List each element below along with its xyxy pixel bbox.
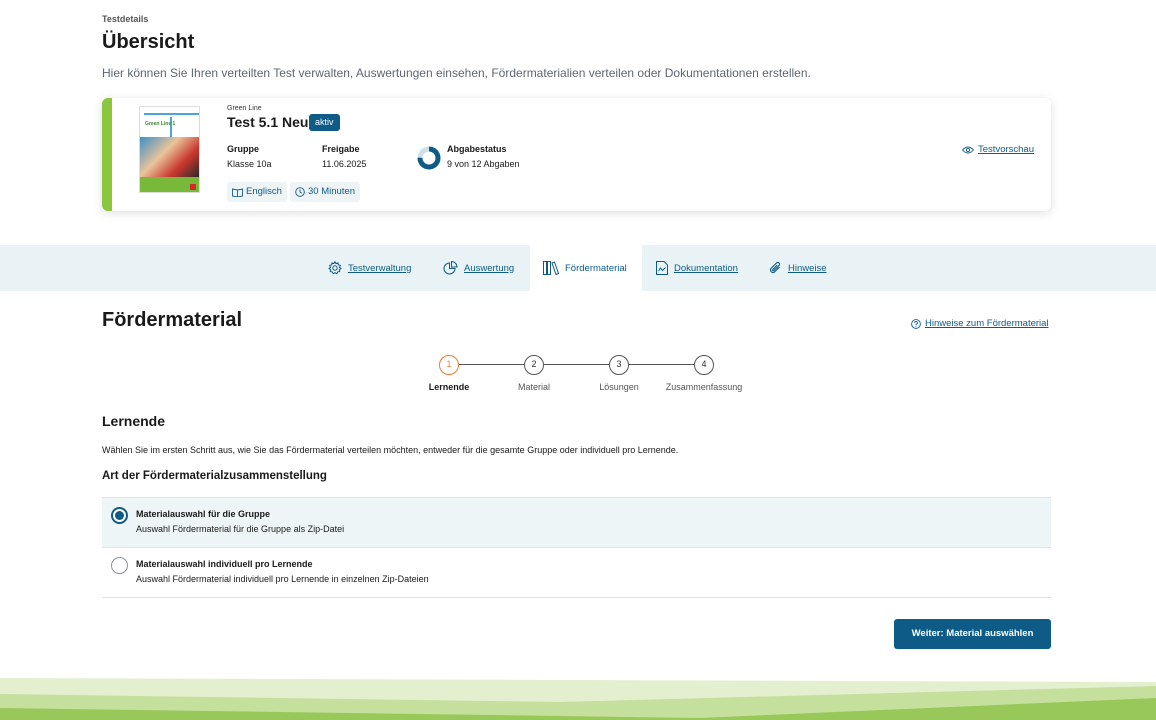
section-title: Fördermaterial — [102, 309, 243, 331]
radio-individual-material[interactable] — [111, 557, 128, 574]
paperclip-icon — [769, 261, 781, 274]
submission-donut-chart — [417, 146, 441, 170]
next-material-button[interactable]: Weiter: Material auswählen — [894, 619, 1051, 649]
books-icon — [543, 261, 559, 275]
step-3-indicator: 3 — [609, 355, 629, 375]
stepper-connector — [459, 364, 524, 365]
breadcrumb: Testdetails — [102, 14, 149, 24]
step-2-indicator: 2 — [524, 355, 544, 375]
test-preview-label: Testvorschau — [978, 144, 1034, 155]
test-card: Green Line 1 Green Line Test 5.1 Neu akt… — [102, 98, 1051, 211]
pie-chart-icon — [443, 261, 458, 275]
gear-icon — [328, 261, 342, 275]
book-cover-image: Green Line 1 — [139, 106, 200, 193]
tab-bar: Testverwaltung Auswertung Fördermaterial… — [0, 245, 1156, 291]
test-name: Test 5.1 Neu — [227, 114, 309, 130]
tab-hinweise[interactable]: Hinweise — [769, 245, 827, 291]
duration-label: 30 Minuten — [308, 186, 356, 197]
step-4-indicator: 4 — [694, 355, 714, 375]
tab-label: Testverwaltung — [348, 262, 412, 274]
tab-label: Auswertung — [464, 262, 515, 274]
radio-group-material[interactable] — [111, 507, 128, 524]
group-value: Klasse 10a — [227, 159, 272, 169]
tab-label: Dokumentation — [674, 262, 738, 274]
status-badge: aktiv — [309, 114, 340, 131]
page-title: Übersicht — [102, 31, 195, 53]
subject-chip: Englisch — [227, 182, 287, 202]
clock-icon — [295, 187, 305, 197]
subject-label: Englisch — [246, 186, 282, 197]
tab-auswertung[interactable]: Auswertung — [443, 245, 514, 291]
release-label: Freigabe — [322, 144, 360, 154]
tab-label: Hinweise — [788, 262, 827, 274]
option-title: Materialauswahl individuell pro Lernende — [136, 559, 313, 569]
option-description: Auswahl Fördermaterial für die Gruppe al… — [136, 524, 345, 534]
submission-value: 9 von 12 Abgaben — [447, 159, 520, 169]
duration-chip: 30 Minuten — [290, 182, 361, 202]
option-individual-material[interactable]: Materialauswahl individuell pro Lernende… — [102, 547, 1051, 598]
document-icon — [656, 261, 668, 275]
stepper-connector — [629, 364, 694, 365]
eye-icon — [962, 146, 975, 153]
release-value: 11.06.2025 — [322, 159, 367, 169]
option-group-material[interactable]: Materialauswahl für die Gruppe Auswahl F… — [102, 497, 1051, 548]
submission-label: Abgabestatus — [447, 144, 507, 154]
option-group-heading: Art der Fördermaterialzusammenstellung — [102, 470, 327, 482]
test-preview-link[interactable]: Testvorschau — [962, 144, 1034, 155]
tab-foerdermaterial[interactable]: Fördermaterial — [530, 245, 642, 291]
stepper-connector — [544, 364, 609, 365]
footer-wave-decoration — [0, 678, 1156, 720]
option-title: Materialauswahl für die Gruppe — [136, 509, 271, 519]
option-description: Auswahl Fördermaterial individuell pro L… — [136, 574, 429, 584]
hint-link-label: Hinweise zum Fördermaterial — [925, 318, 1049, 329]
help-icon — [911, 318, 921, 329]
series-name: Green Line — [227, 105, 262, 112]
group-label: Gruppe — [227, 144, 260, 154]
tab-dokumentation[interactable]: Dokumentation — [656, 245, 738, 291]
book-icon — [232, 187, 243, 197]
step-instruction: Wählen Sie im ersten Schritt aus, wie Si… — [102, 445, 679, 455]
step-1-indicator: 1 — [439, 355, 459, 375]
tab-testverwaltung[interactable]: Testverwaltung — [328, 245, 411, 291]
foerdermaterial-hints-link[interactable]: Hinweise zum Fördermaterial — [911, 318, 1049, 329]
step-4-label: Zusammenfassung — [665, 382, 743, 392]
step-heading: Lernende — [102, 413, 166, 429]
book-cover-title: Green Line 1 — [145, 121, 176, 127]
tab-label: Fördermaterial — [565, 262, 627, 274]
card-accent-stripe — [102, 98, 112, 211]
page-description: Hier können Sie Ihren verteilten Test ve… — [102, 66, 811, 80]
